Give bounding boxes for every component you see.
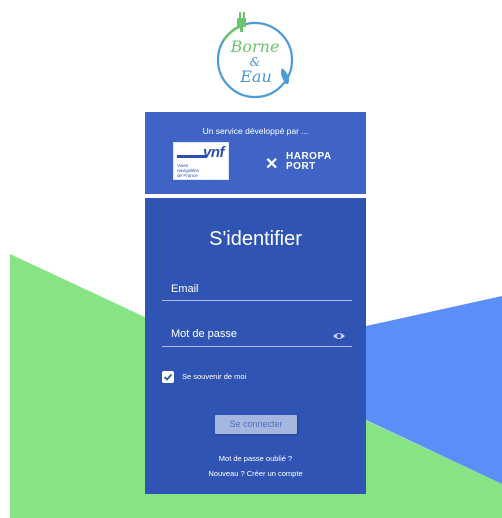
partners-caption: Un service développé par ... — [202, 126, 309, 136]
logo-word-eau: Eau — [239, 67, 272, 86]
vnf-logo-subtitle: Voies navigables de France — [177, 163, 199, 178]
vnf-subtitle-line-3: de France — [177, 173, 198, 178]
login-card: S'identifier Email Mot de passe Se souve… — [145, 198, 366, 494]
email-field[interactable]: Email — [162, 277, 352, 301]
vnf-logo: vnf Voies navigables de France — [173, 142, 229, 180]
plug-icon — [237, 12, 246, 32]
eye-icon[interactable] — [332, 331, 346, 341]
login-button[interactable]: Se connecter — [215, 415, 297, 434]
remember-me-checkbox[interactable] — [162, 371, 174, 383]
create-account-link[interactable]: Nouveau ? Créer un compte — [145, 469, 366, 478]
port-word: PORT — [286, 161, 316, 172]
password-label: Mot de passe — [171, 328, 238, 340]
vnf-logo-word: vnf — [203, 144, 225, 161]
login-title: S'identifier — [209, 228, 302, 250]
haropa-mark-icon: ✕ — [265, 156, 279, 173]
checkmark-icon — [163, 373, 173, 381]
remember-me-label: Se souvenir de moi — [182, 372, 247, 381]
water-drop-icon — [281, 68, 290, 84]
logo-word-borne: Borne — [230, 37, 280, 56]
haropa-port-logo: ✕ HAROPA PORT — [265, 152, 345, 174]
email-label: Email — [171, 283, 199, 295]
borne-eau-logo: Borne & Eau — [210, 8, 300, 104]
partners-header: Un service développé par ... vnf Voies n… — [145, 112, 366, 194]
forgot-password-link[interactable]: Mot de passe oublié ? — [145, 454, 366, 463]
password-field[interactable]: Mot de passe — [162, 320, 352, 347]
